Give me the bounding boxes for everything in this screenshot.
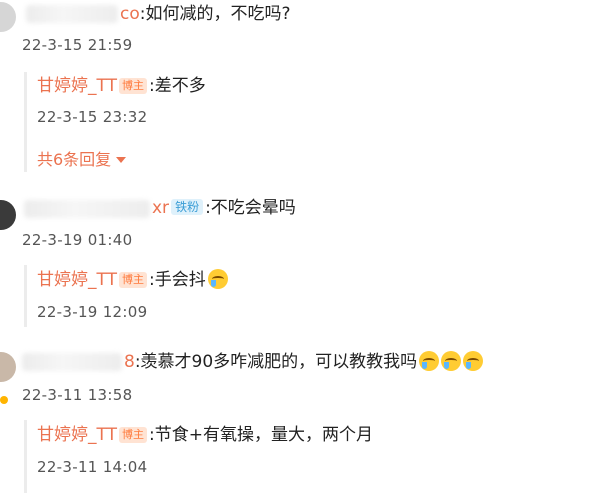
comment-text: :羡慕才90多咋减肥的，可以教教我吗 xyxy=(134,352,418,372)
reply-divider xyxy=(24,72,27,172)
crying-emoji-icon xyxy=(441,351,462,371)
comment: xr 铁粉:不吃会晕吗 xyxy=(152,197,296,219)
reply-text: :手会抖 xyxy=(148,270,206,290)
verified-icon xyxy=(0,396,8,404)
reply: 甘婷婷_TT 博主:手会抖 xyxy=(37,269,228,291)
reply-username[interactable]: 甘婷婷_TT xyxy=(37,425,117,445)
username[interactable]: 8 xyxy=(124,352,135,372)
avatar[interactable] xyxy=(0,200,16,230)
reply-username[interactable]: 甘婷婷_TT xyxy=(37,270,117,290)
view-more-replies-button[interactable]: 共6条回复 xyxy=(37,146,127,170)
reply-text: :差不多 xyxy=(148,76,206,96)
owner-badge: 博主 xyxy=(118,427,147,443)
username[interactable]: co xyxy=(120,4,140,24)
reply: 甘婷婷_TT 博主:差不多 xyxy=(37,75,206,97)
reply-timestamp: 22-3-19 12:09 xyxy=(37,303,148,321)
avatar[interactable] xyxy=(0,2,16,32)
reply-text: :节食+有氧操，量大，两个月 xyxy=(148,425,373,445)
reply: 甘婷婷_TT 博主:节食+有氧操，量大，两个月 xyxy=(37,424,373,446)
timestamp: 22-3-11 13:58 xyxy=(22,386,133,404)
crying-emoji-icon xyxy=(463,351,484,371)
fan-badge: 铁粉 xyxy=(171,199,204,215)
crying-laughing-emoji-icon xyxy=(207,269,228,289)
owner-badge: 博主 xyxy=(118,78,147,94)
crying-emoji-icon xyxy=(419,351,440,371)
reply-timestamp: 22-3-11 14:04 xyxy=(37,458,148,476)
timestamp: 22-3-19 01:40 xyxy=(22,231,133,249)
username[interactable]: xr xyxy=(152,198,169,218)
blurred-username xyxy=(22,353,122,371)
reply-divider xyxy=(24,420,27,493)
comment-text: :不吃会晕吗 xyxy=(205,198,296,218)
reply-timestamp: 22-3-15 23:32 xyxy=(37,108,148,126)
avatar[interactable] xyxy=(0,352,16,382)
comment: co:如何减的，不吃吗? xyxy=(120,3,291,25)
timestamp: 22-3-15 21:59 xyxy=(22,36,133,54)
chevron-down-icon xyxy=(116,157,127,163)
reply-username[interactable]: 甘婷婷_TT xyxy=(37,76,117,96)
comment: 8:羡慕才90多咋减肥的，可以教教我吗 xyxy=(124,351,484,373)
comment-text: :如何减的，不吃吗? xyxy=(139,4,291,24)
owner-badge: 博主 xyxy=(118,272,147,288)
more-replies-label: 共6条回复 xyxy=(37,150,112,169)
blurred-username xyxy=(24,200,150,218)
reply-divider xyxy=(24,265,27,327)
blurred-username xyxy=(26,5,118,23)
